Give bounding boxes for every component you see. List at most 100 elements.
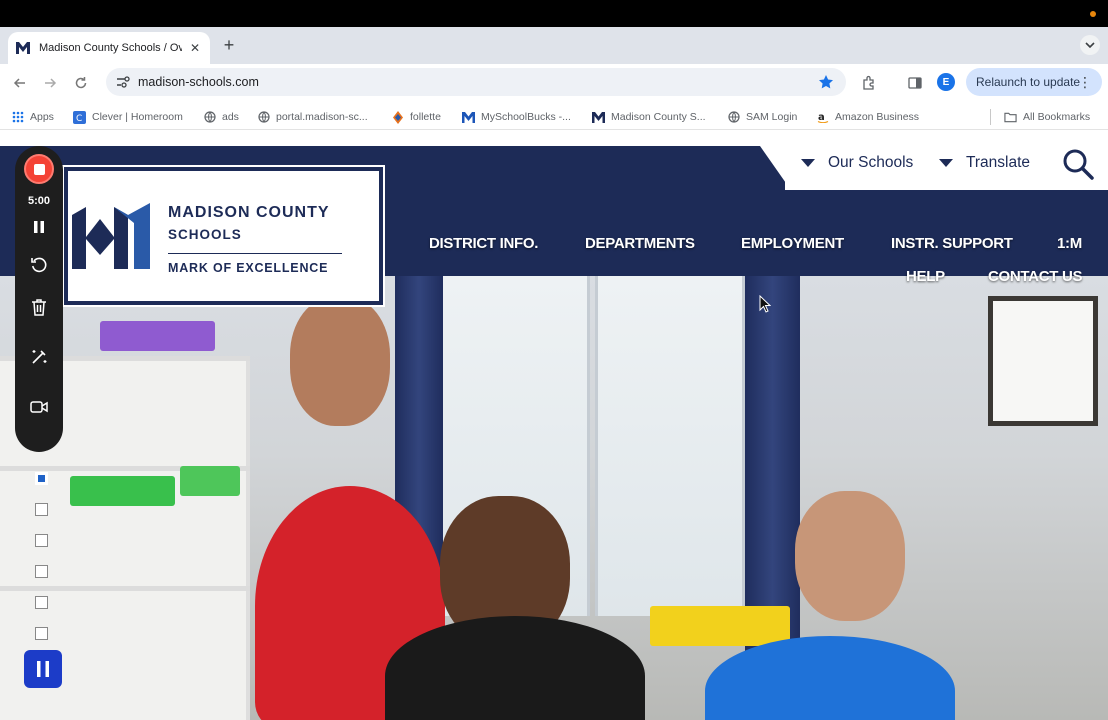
globe-icon bbox=[257, 111, 270, 124]
page-top-spacer bbox=[0, 130, 1108, 146]
bookmark-ads[interactable]: ads bbox=[203, 109, 239, 125]
bookmark-follette[interactable]: follette bbox=[391, 109, 441, 125]
extensions-button[interactable] bbox=[860, 74, 878, 92]
stop-icon bbox=[33, 163, 45, 175]
bookmark-portal[interactable]: portal.madison-sc... bbox=[257, 109, 368, 125]
restart-icon bbox=[31, 257, 47, 273]
stop-recording-button[interactable] bbox=[24, 154, 54, 184]
nav-employment[interactable]: EMPLOYMENT bbox=[741, 235, 844, 252]
student-blue-shirt bbox=[705, 636, 955, 720]
side-panel-button[interactable] bbox=[906, 74, 924, 92]
video-camera-icon bbox=[30, 401, 48, 413]
nav-contact-us[interactable]: CONTACT US bbox=[988, 268, 1083, 285]
new-tab-button[interactable]: + bbox=[220, 36, 238, 54]
bookmark-label: ads bbox=[222, 111, 239, 123]
reload-button[interactable] bbox=[72, 74, 90, 92]
translate-dropdown[interactable]: Translate bbox=[939, 154, 1030, 172]
nav-help[interactable]: HELP bbox=[906, 268, 945, 285]
bookmark-label: MySchoolBucks -... bbox=[481, 111, 571, 123]
svg-text:C: C bbox=[76, 114, 82, 124]
profile-avatar[interactable]: E bbox=[937, 73, 955, 91]
side-toolbar-square[interactable] bbox=[35, 534, 48, 547]
side-panel-icon bbox=[908, 77, 922, 89]
more-menu-icon[interactable]: ⋮ bbox=[1078, 75, 1092, 89]
bookmark-madison-county[interactable]: Madison County S... bbox=[592, 109, 706, 125]
madison-m-logo-icon bbox=[72, 203, 150, 269]
bookmark-label: follette bbox=[410, 111, 441, 123]
m-icon bbox=[462, 111, 475, 124]
delete-recording-button[interactable] bbox=[28, 296, 50, 318]
arrow-right-icon bbox=[45, 78, 57, 88]
all-bookmarks-label: All Bookmarks bbox=[1023, 111, 1091, 123]
close-tab-icon[interactable]: ✕ bbox=[188, 41, 202, 55]
side-toolbar-square[interactable] bbox=[35, 627, 48, 640]
nav-instr-support[interactable]: INSTR. SUPPORT bbox=[891, 235, 1013, 252]
magic-pen-icon bbox=[32, 350, 47, 364]
pause-icon bbox=[37, 661, 49, 677]
side-toolbar-square[interactable] bbox=[35, 503, 48, 516]
search-icon bbox=[1063, 149, 1094, 180]
nav-one-to-many[interactable]: 1:M bbox=[1057, 235, 1082, 252]
our-schools-dropdown[interactable]: Our Schools bbox=[801, 154, 913, 172]
bookmark-myschoolbucks[interactable]: MySchoolBucks -... bbox=[462, 109, 571, 125]
logo-subtitle: SCHOOLS bbox=[168, 227, 242, 242]
site-info-icon[interactable] bbox=[116, 75, 130, 89]
screen-recorder-panel: 5:00 bbox=[15, 146, 63, 452]
our-schools-label: Our Schools bbox=[828, 154, 914, 171]
puzzle-icon bbox=[863, 75, 874, 90]
all-bookmarks-button[interactable]: All Bookmarks bbox=[1004, 109, 1090, 125]
hero-image bbox=[0, 276, 1108, 720]
logo-tagline: MARK OF EXCELLENCE bbox=[168, 261, 329, 275]
address-bar[interactable]: madison-schools.com bbox=[106, 68, 846, 96]
nav-departments[interactable]: DEPARTMENTS bbox=[585, 235, 695, 252]
nav-district-info[interactable]: DISTRICT INFO. bbox=[429, 235, 538, 252]
side-pause-button[interactable] bbox=[24, 650, 62, 688]
bookmark-amazon-business[interactable]: a Amazon Business bbox=[816, 109, 919, 125]
side-toolbar-square[interactable] bbox=[35, 596, 48, 609]
bookmark-label: Clever | Homeroom bbox=[92, 111, 183, 123]
trash-icon bbox=[32, 299, 46, 316]
translate-label: Translate bbox=[966, 154, 1031, 171]
restart-recording-button[interactable] bbox=[28, 254, 50, 276]
madison-m-logo-icon bbox=[592, 111, 605, 124]
side-toolbar-square-active[interactable] bbox=[35, 472, 48, 485]
recording-timer: 5:00 bbox=[27, 195, 51, 207]
bookmarks-divider bbox=[990, 109, 991, 125]
tab-search-button[interactable] bbox=[1080, 35, 1100, 55]
caret-down-icon bbox=[801, 159, 815, 167]
tab-strip: Madison County Schools / Ov ✕ + bbox=[0, 27, 1108, 64]
forward-button[interactable] bbox=[41, 74, 59, 92]
mouse-cursor-icon bbox=[759, 295, 771, 313]
browser-toolbar: madison-schools.com E Relaunch to update… bbox=[0, 64, 1108, 102]
folder-icon bbox=[1004, 111, 1017, 124]
follett-icon bbox=[391, 110, 404, 124]
bookmark-apps[interactable]: Apps bbox=[11, 109, 54, 125]
madison-m-logo-icon bbox=[16, 41, 30, 55]
district-logo[interactable]: MADISON COUNTY SCHOOLS MARK OF EXCELLENC… bbox=[62, 165, 385, 307]
browser-tab-active[interactable]: Madison County Schools / Ov ✕ bbox=[8, 32, 210, 64]
bookmark-star-icon[interactable] bbox=[818, 74, 834, 90]
bookmark-sam-login[interactable]: SAM Login bbox=[727, 109, 797, 125]
chevron-down-icon bbox=[1085, 42, 1095, 48]
amazon-icon: a bbox=[816, 111, 829, 124]
relaunch-to-update-button[interactable]: Relaunch to update ⋮ bbox=[966, 68, 1102, 96]
clever-icon: C bbox=[73, 110, 86, 124]
side-toolbar-square[interactable] bbox=[35, 565, 48, 578]
draw-tool-button[interactable] bbox=[28, 346, 50, 368]
bookmarks-bar: Apps C Clever | Homeroom ads portal.madi… bbox=[0, 102, 1108, 130]
back-button[interactable] bbox=[11, 74, 29, 92]
web-page: Our Schools Translate MADISON COUNTY SCH… bbox=[0, 146, 1108, 720]
bookmark-label: Amazon Business bbox=[835, 111, 920, 123]
tab-title: Madison County Schools / Ov bbox=[39, 42, 183, 54]
bookmark-label: portal.madison-sc... bbox=[276, 111, 368, 123]
pause-recording-button[interactable] bbox=[28, 216, 50, 238]
bookmark-label: SAM Login bbox=[746, 111, 798, 123]
bulletin-board bbox=[988, 296, 1098, 426]
bookmark-clever[interactable]: C Clever | Homeroom bbox=[73, 109, 183, 125]
apps-grid-icon bbox=[11, 111, 24, 124]
bookmark-label: Apps bbox=[30, 111, 54, 123]
bookmark-label: Madison County S... bbox=[611, 111, 706, 123]
camera-toggle-button[interactable] bbox=[28, 396, 50, 418]
url-text: madison-schools.com bbox=[138, 75, 259, 89]
site-search-button[interactable] bbox=[1060, 146, 1096, 182]
